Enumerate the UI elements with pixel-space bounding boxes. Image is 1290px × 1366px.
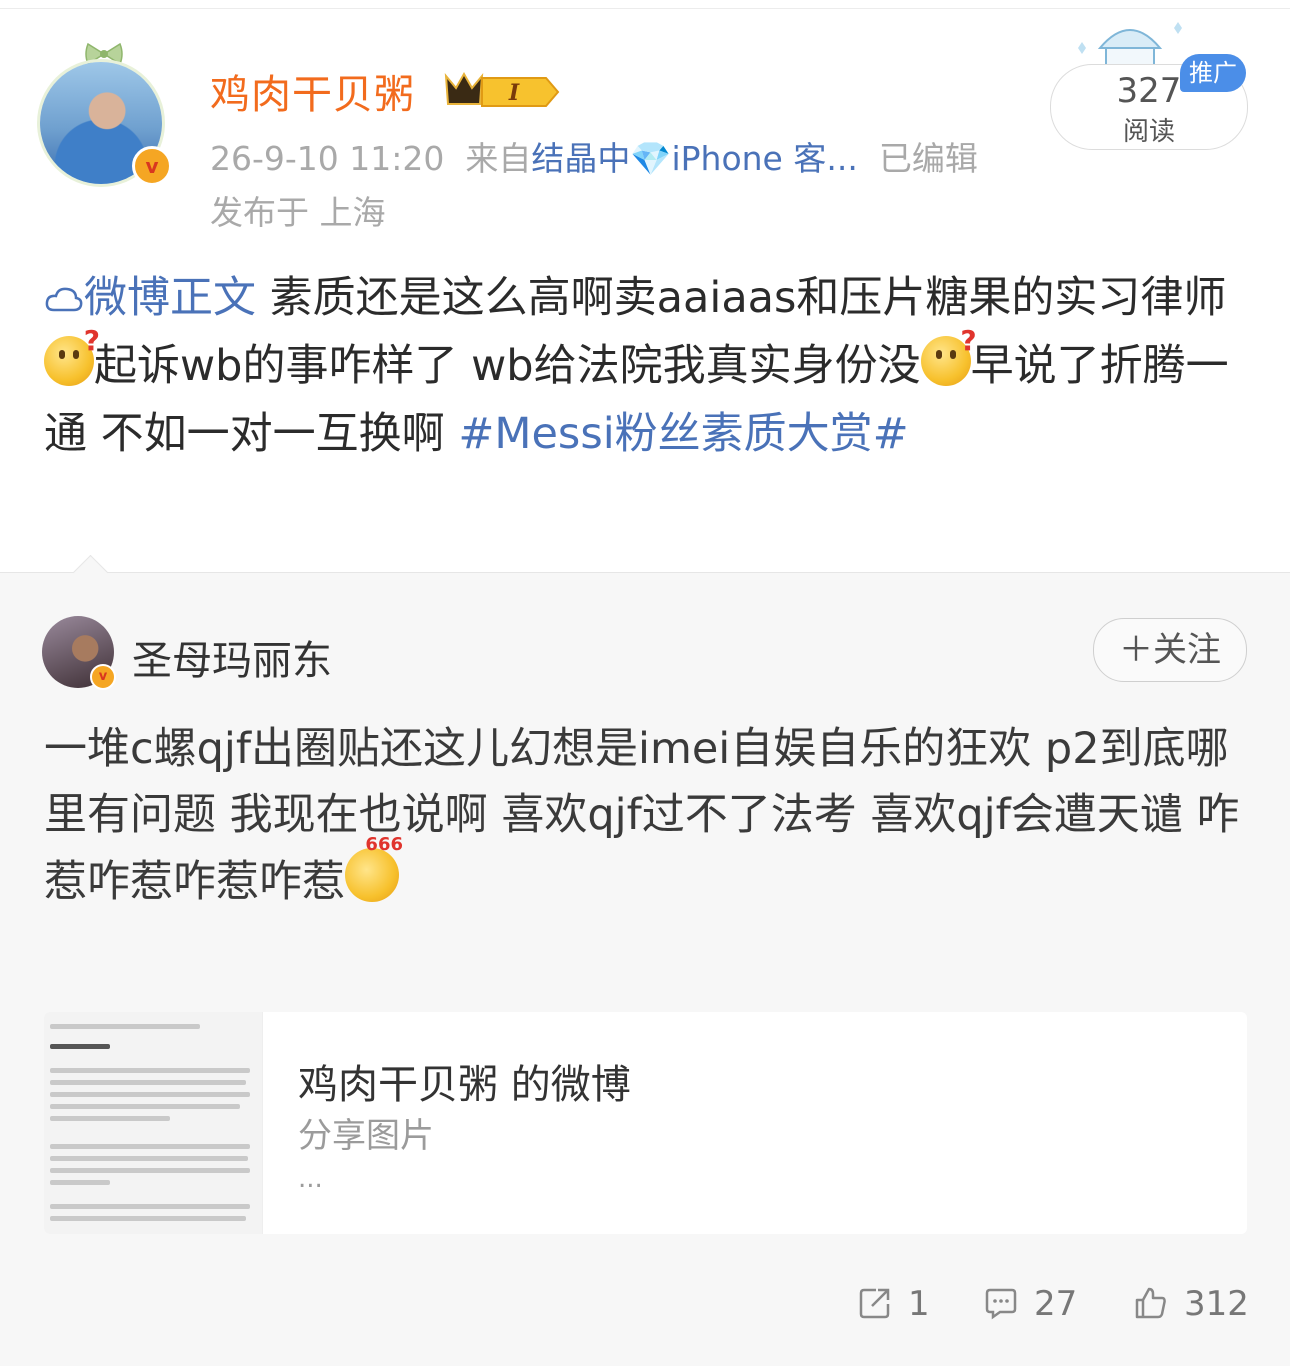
shared-post-title: 鸡肉干贝粥 的微博: [298, 1062, 631, 1108]
promo-badge[interactable]: 推广: [1180, 54, 1246, 92]
cloud-icon: [45, 287, 83, 312]
repost-container: [0, 572, 1290, 1366]
action-bar: 1 27 312: [0, 1282, 1290, 1326]
source-prefix: 来自: [465, 139, 532, 178]
repost-count: 1: [908, 1284, 930, 1324]
comment-count: 27: [1034, 1284, 1078, 1324]
like-button[interactable]: 312: [1134, 1282, 1254, 1326]
repost-text-content: 一堆c螺qjf出圈贴还这儿幻想是imei自娱自乐的狂欢 p2到底哪里有问题 我现…: [44, 724, 1240, 907]
post-text: 微博正文 素质还是这么高啊卖aaiaas和压片糖果的实习律师起诉wb的事咋样了 …: [44, 264, 1244, 468]
shared-post-subtitle: 分享图片: [298, 1116, 434, 1156]
repost-button[interactable]: 1: [858, 1282, 938, 1326]
weibo-text-link[interactable]: 微博正文: [44, 273, 256, 323]
source-name[interactable]: 结晶中: [531, 139, 630, 178]
shared-post-thumbnail: [44, 1012, 263, 1234]
post-text-line1: 素质还是这么高啊卖aaiaas和压片糖果的实习律师: [256, 273, 1227, 323]
post-location: 发布于 上海: [210, 193, 386, 232]
like-count: 312: [1184, 1284, 1249, 1324]
post-meta: 26-9-10 11:20 来自结晶中💎iPhone 客... 已编辑: [210, 132, 978, 180]
emoji-label: 666: [365, 834, 403, 855]
shared-post-card[interactable]: 鸡肉干贝粥 的微博 分享图片 ...: [44, 1012, 1247, 1234]
verified-badge-icon: v: [90, 664, 116, 690]
carousel-decoration-icon: [1078, 22, 1182, 67]
author-name[interactable]: 鸡肉干贝粥: [210, 62, 415, 120]
shared-post-more: ...: [298, 1164, 323, 1194]
hashtag-link[interactable]: #Messi粉丝素质大赏#: [458, 409, 908, 459]
thinking-emoji-icon: [44, 324, 100, 386]
thinking-emoji-icon: [920, 324, 977, 386]
comment-button[interactable]: 27: [984, 1282, 1084, 1326]
author-avatar[interactable]: v: [34, 40, 174, 186]
repost-icon: [859, 1288, 890, 1319]
diamond-icon: 💎: [630, 139, 672, 178]
read-label: 阅读: [1122, 117, 1175, 147]
source-device[interactable]: iPhone 客...: [671, 139, 857, 178]
timestamp: 26-9-10 11:20: [210, 139, 445, 178]
member-level-icon: I: [444, 71, 560, 107]
666-emoji-icon: 666: [345, 834, 403, 902]
level-label: I: [508, 80, 520, 106]
edited-label[interactable]: 已编辑: [879, 139, 978, 178]
repost-author-name[interactable]: 圣母玛丽东: [132, 628, 332, 686]
thumbs-up-icon: [1135, 1287, 1166, 1319]
comment-icon: [985, 1288, 1017, 1320]
follow-button[interactable]: ＋关注: [1093, 618, 1247, 682]
repost-text: 一堆c螺qjf出圈贴还这儿幻想是imei自娱自乐的狂欢 p2到底哪里有问题 我现…: [44, 716, 1254, 915]
verified-badge-icon: v: [132, 146, 172, 186]
post-text-line2: 起诉wb的事咋样了 wb给法院我真实身份没: [94, 341, 921, 391]
